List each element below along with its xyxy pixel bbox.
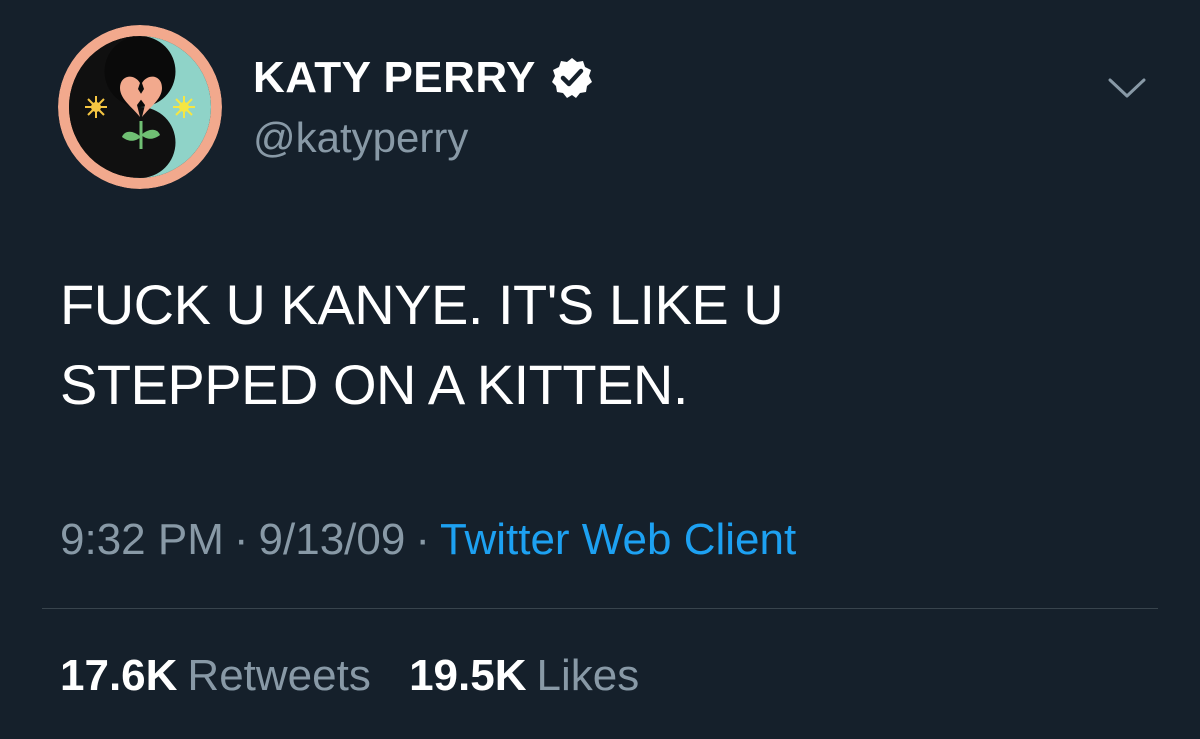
divider xyxy=(42,608,1158,609)
meta-separator: · xyxy=(233,515,249,564)
tweet-source-link[interactable]: Twitter Web Client xyxy=(440,515,796,564)
retweets-count: 17.6K xyxy=(60,651,178,700)
tweet-time[interactable]: 9:32 PM xyxy=(60,515,224,564)
retweets-stat[interactable]: 17.6K Retweets xyxy=(60,648,371,704)
tweet-stats: 17.6K Retweets 19.5K Likes xyxy=(60,648,665,704)
tweet-card: KATY PERRY @katyperry FUCK U KANYE. IT'S… xyxy=(0,0,1200,739)
tweet-meta: 9:32 PM · 9/13/09 · Twitter Web Client xyxy=(60,512,796,568)
verified-badge-icon xyxy=(550,56,594,100)
avatar[interactable] xyxy=(58,25,222,189)
tweet-text: FUCK U KANYE. IT'S LIKE U STEPPED ON A K… xyxy=(60,265,1140,425)
avatar-image xyxy=(58,25,222,189)
tweet-text-line: FUCK U KANYE. IT'S LIKE U xyxy=(60,273,784,336)
retweets-label: Retweets xyxy=(187,651,371,700)
chevron-down-icon[interactable] xyxy=(1106,72,1148,102)
author-display-name[interactable]: KATY PERRY xyxy=(253,52,594,104)
likes-label: Likes xyxy=(536,651,640,700)
author-handle[interactable]: @katyperry xyxy=(253,113,468,163)
author-name-text: KATY PERRY xyxy=(253,53,536,102)
tweet-date[interactable]: 9/13/09 xyxy=(259,515,406,564)
likes-stat[interactable]: 19.5K Likes xyxy=(409,648,639,704)
likes-count: 19.5K xyxy=(409,651,527,700)
meta-separator: · xyxy=(415,515,430,564)
tweet-text-line: STEPPED ON A KITTEN. xyxy=(60,353,688,416)
